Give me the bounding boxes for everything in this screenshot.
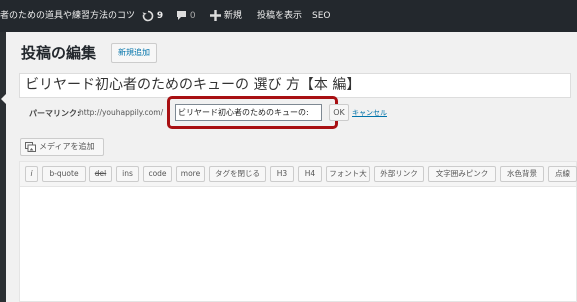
- qt-external-link-button[interactable]: 外部リンク: [374, 166, 424, 182]
- qt-italic-button[interactable]: i: [25, 166, 38, 182]
- comments-count: 0: [189, 11, 196, 21]
- highlight-annotation: [167, 96, 338, 129]
- add-media-button[interactable]: メディアを追加: [20, 138, 104, 156]
- comment-icon: [177, 11, 186, 20]
- qt-bquote-button[interactable]: b-quote: [42, 166, 86, 182]
- admin-bar: 者のための道具や練習方法のコツ 9 0 新規 投稿を表示 SEO: [0, 0, 577, 32]
- qt-more-button[interactable]: more: [176, 166, 205, 182]
- qt-dotted-line-button[interactable]: 点線: [548, 166, 577, 182]
- qt-del-button[interactable]: del: [89, 166, 112, 182]
- new-content-menu[interactable]: 新規: [210, 0, 242, 32]
- permalink-label: パーマリンク:: [29, 109, 81, 118]
- qt-light-blue-bg-button[interactable]: 水色背景: [500, 166, 544, 182]
- refresh-icon: [142, 10, 154, 21]
- media-icon: [25, 142, 36, 152]
- new-label: 新規: [223, 11, 242, 21]
- page-title: 投稿の編集: [21, 44, 97, 62]
- updates-count: 9: [156, 11, 164, 21]
- add-media-label: メディアを追加: [39, 142, 95, 151]
- qt-h4-button[interactable]: H4: [298, 166, 322, 182]
- plus-icon: [210, 10, 221, 21]
- comments-menu[interactable]: 0: [176, 0, 196, 32]
- permalink-ok-button[interactable]: OK: [329, 104, 349, 121]
- post-title-input[interactable]: ビリヤード初心者のためのキューの 選び 方【本 編】: [19, 73, 571, 98]
- view-post-link[interactable]: 投稿を表示: [257, 0, 302, 32]
- admin-sidebar-edge: [0, 32, 6, 302]
- menu-arrow-icon: [1, 94, 6, 104]
- qt-ins-button[interactable]: ins: [116, 166, 139, 182]
- updates-menu[interactable]: 9: [142, 0, 163, 32]
- qt-close-tags-button[interactable]: タグを閉じる: [209, 166, 266, 182]
- add-new-button[interactable]: 新規追加: [111, 43, 157, 63]
- qt-h3-button[interactable]: H3: [270, 166, 294, 182]
- permalink-base-url: http://youhappily.com/: [79, 108, 164, 117]
- permalink-cancel-link[interactable]: キャンセル: [352, 108, 387, 118]
- qt-large-font-button[interactable]: フォント大: [326, 166, 370, 182]
- qt-pink-box-button[interactable]: 文字囲みピンク: [428, 166, 496, 182]
- site-name-link[interactable]: 者のための道具や練習方法のコツ: [0, 0, 135, 32]
- screenshot-frame: 者のための道具や練習方法のコツ 9 0 新規 投稿を表示 SEO 投稿の編集 新…: [0, 0, 577, 302]
- qt-code-button[interactable]: code: [143, 166, 172, 182]
- seo-menu[interactable]: SEO: [312, 0, 330, 32]
